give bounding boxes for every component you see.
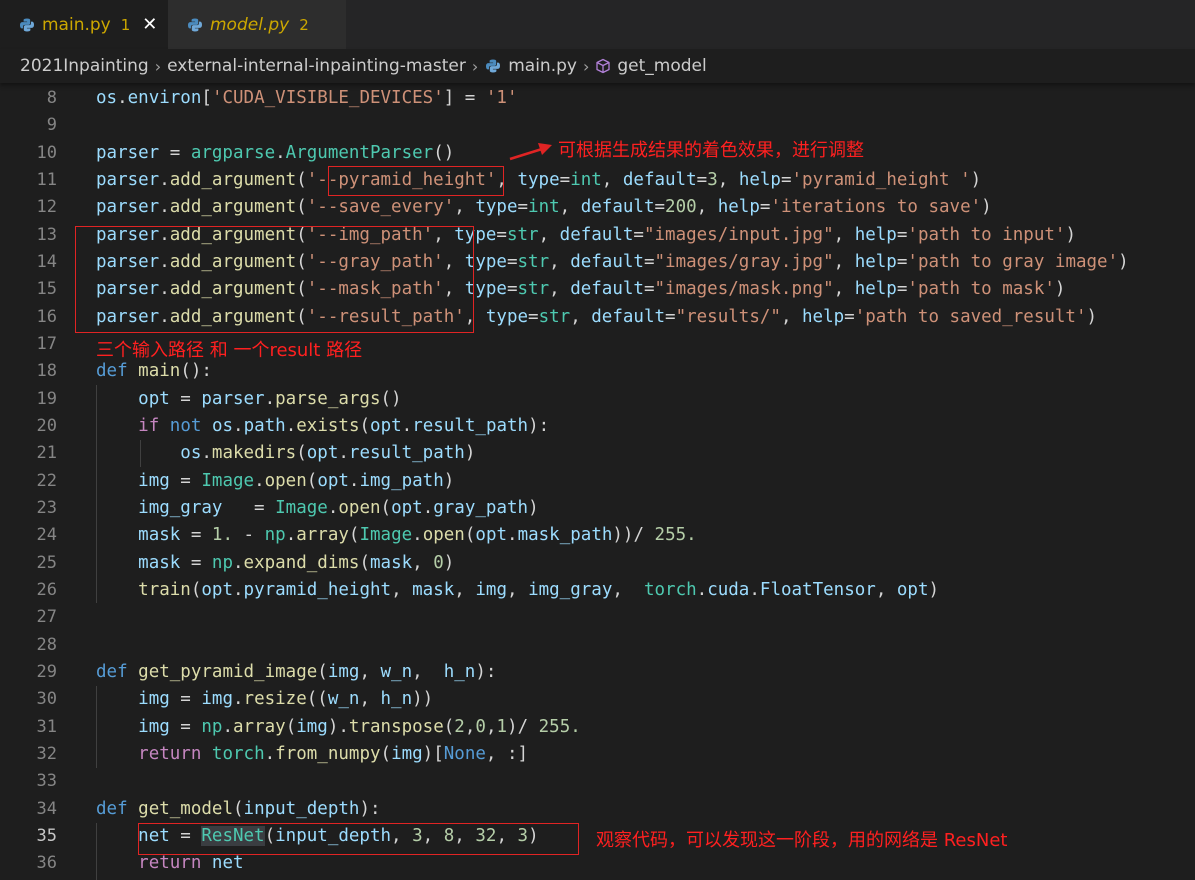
breadcrumb-file[interactable]: main.py	[508, 56, 577, 76]
code-line[interactable]: 24 mask = 1. - np.array(Image.open(opt.m…	[0, 522, 1195, 549]
line-number: 31	[36, 716, 57, 737]
code-text: os.makedirs(opt.result_path)	[180, 443, 476, 464]
code-line[interactable]: 11 parser.add_argument('--pyramid_height'…	[0, 167, 1195, 194]
code-text: os.environ['CUDA_VISIBLE_DEVICES'] = '1'	[96, 88, 518, 108]
line-number: 34	[36, 798, 57, 819]
code-text: parser = argparse.ArgumentParser()	[96, 142, 455, 163]
python-file-icon	[486, 59, 501, 73]
line-number: 14	[36, 251, 57, 272]
breadcrumb-folder-root[interactable]: 2021Inpainting	[20, 56, 149, 76]
line-number: 24	[36, 525, 57, 546]
code-text: parser.add_argument('--save_every', type…	[96, 197, 992, 218]
line-number: 17	[36, 333, 57, 354]
code-text: img = img.resize((w_n, h_n))	[138, 689, 434, 710]
breadcrumb-folder-project[interactable]: external-internal-inpainting-master	[167, 56, 466, 76]
code-line[interactable]: 28	[0, 632, 1195, 659]
code-text: def get_model(input_depth):	[96, 798, 381, 819]
code-line[interactable]: 21 os.makedirs(opt.result_path)	[0, 440, 1195, 467]
chevron-right-icon: ›	[582, 56, 590, 76]
chevron-right-icon: ›	[471, 56, 479, 76]
code-line[interactable]: 32 return torch.from_numpy(img)[None, :]	[0, 741, 1195, 768]
code-line[interactable]: 29 def get_pyramid_image(img, w_n, h_n):	[0, 659, 1195, 686]
problem-count-badge: 2	[299, 15, 309, 34]
code-text: return torch.from_numpy(img)[None, :]	[138, 743, 529, 764]
line-number: 8	[46, 88, 57, 108]
line-number: 10	[36, 142, 57, 163]
line-number: 35	[36, 825, 57, 846]
code-line[interactable]: 19 opt = parser.parse_args()	[0, 386, 1195, 413]
code-text: if not os.path.exists(opt.result_path):	[138, 415, 550, 436]
problem-count-badge: 1	[120, 15, 131, 34]
code-text: img = np.array(img).transpose(2,0,1)/ 25…	[138, 716, 581, 737]
tab-bar: main.py 1 ✕ model.py 2	[0, 0, 1195, 49]
breadcrumb: 2021Inpainting › external-internal-inpai…	[0, 49, 1195, 83]
line-number: 26	[36, 579, 57, 600]
line-number: 33	[36, 771, 57, 792]
line-number: 21	[36, 443, 57, 464]
code-line[interactable]: 23 img_gray = Image.open(opt.gray_path)	[0, 495, 1195, 522]
tab-model-py[interactable]: model.py 2	[168, 0, 346, 49]
annotation-box-paths	[75, 226, 474, 333]
code-text: img = Image.open(opt.img_path)	[138, 470, 455, 491]
annotation-note-pyramid: 可根据生成结果的着色效果，进行调整	[558, 140, 864, 161]
code-line[interactable]: 27	[0, 604, 1195, 631]
code-line[interactable]: 34 def get_model(input_depth):	[0, 796, 1195, 823]
code-text: def get_pyramid_image(img, w_n, h_n):	[96, 661, 497, 682]
annotation-box-pyramid-height	[328, 166, 504, 196]
line-number: 36	[36, 853, 57, 874]
annotation-note-resnet: 观察代码，可以发现这一阶段，用的网络是 ResNet	[596, 830, 1008, 851]
line-number: 22	[36, 470, 57, 491]
line-number: 29	[36, 661, 57, 682]
close-icon[interactable]: ✕	[142, 14, 157, 35]
python-file-icon	[20, 18, 34, 31]
breadcrumb-symbol[interactable]: get_model	[617, 56, 706, 76]
code-text: img_gray = Image.open(opt.gray_path)	[138, 497, 539, 518]
tab-label: model.py	[210, 14, 290, 35]
line-number: 9	[46, 115, 57, 136]
code-line[interactable]: 8 os.environ['CUDA_VISIBLE_DEVICES'] = '1…	[0, 85, 1195, 112]
code-line[interactable]: 18 def main():	[0, 358, 1195, 385]
code-text: def main():	[96, 361, 212, 382]
code-text: parser.add_argument('--pyramid_height', …	[96, 169, 982, 190]
annotation-box-resnet	[138, 823, 579, 855]
line-number: 16	[36, 306, 57, 327]
code-line[interactable]: 12 parser.add_argument('--save_every', ty…	[0, 194, 1195, 221]
code-line[interactable]: 31 img = np.array(img).transpose(2,0,1)/…	[0, 714, 1195, 741]
code-line[interactable]: 33	[0, 768, 1195, 795]
code-line[interactable]: 26 train(opt.pyramid_height, mask, img, …	[0, 577, 1195, 604]
line-number: 12	[36, 197, 57, 218]
line-number: 13	[36, 224, 57, 245]
line-number: 25	[36, 552, 57, 573]
line-number: 30	[36, 689, 57, 710]
line-number: 32	[36, 743, 57, 764]
code-line[interactable]: 30 img = img.resize((w_n, h_n))	[0, 686, 1195, 713]
method-cube-icon	[596, 58, 611, 74]
line-number: 20	[36, 415, 57, 436]
line-number: 28	[36, 634, 57, 655]
line-number: 23	[36, 497, 57, 518]
code-text: opt = parser.parse_args()	[138, 388, 402, 409]
line-number: 19	[36, 388, 57, 409]
code-text: mask = 1. - np.array(Image.open(opt.mask…	[138, 525, 697, 546]
line-number: 27	[36, 607, 57, 628]
code-text: train(opt.pyramid_height, mask, img, img…	[138, 579, 940, 600]
code-line[interactable]: 22 img = Image.open(opt.img_path)	[0, 468, 1195, 495]
annotation-arrow-icon	[509, 143, 552, 161]
tab-main-py[interactable]: main.py 1 ✕	[0, 0, 168, 49]
code-editor[interactable]: 8 os.environ['CUDA_VISIBLE_DEVICES'] = '1…	[0, 84, 1195, 880]
line-number: 18	[36, 361, 57, 382]
line-number: 15	[36, 279, 57, 300]
line-number: 11	[36, 169, 57, 190]
code-line[interactable]: 20 if not os.path.exists(opt.result_path…	[0, 413, 1195, 440]
code-line[interactable]: 25 mask = np.expand_dims(mask, 0)	[0, 550, 1195, 577]
tab-label: main.py	[42, 14, 111, 35]
chevron-right-icon: ›	[154, 56, 162, 76]
python-file-icon	[188, 18, 202, 31]
annotation-note-paths: 三个输入路径 和 一个result 路径	[96, 340, 363, 361]
code-text: mask = np.expand_dims(mask, 0)	[138, 552, 455, 573]
